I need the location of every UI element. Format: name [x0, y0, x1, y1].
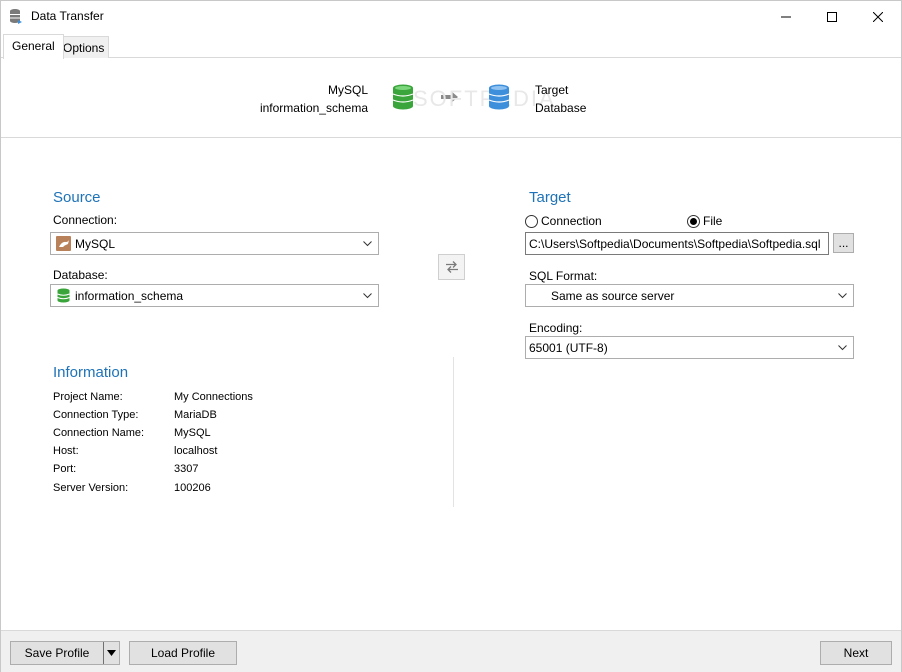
title-bar: Data Transfer — [1, 1, 901, 32]
chevron-down-icon — [363, 293, 372, 299]
next-button[interactable]: Next — [820, 641, 892, 665]
swap-arrows-icon — [445, 261, 458, 273]
source-title: Source — [53, 189, 101, 206]
radio-file[interactable] — [687, 215, 700, 228]
info-value: MariaDB — [174, 409, 217, 421]
tab-strip: General Options — [1, 32, 901, 59]
info-key: Server Version: — [53, 482, 129, 494]
save-profile-split-button[interactable]: Save Profile — [10, 641, 120, 665]
load-profile-button[interactable]: Load Profile — [129, 641, 237, 665]
info-value: My Connections — [174, 391, 253, 403]
database-app-icon — [10, 9, 22, 24]
browse-button[interactable]: ... — [833, 233, 854, 253]
sql-format-label: SQL Format: — [529, 269, 598, 283]
radio-file-label[interactable]: File — [703, 214, 722, 228]
close-icon — [873, 11, 883, 22]
target-database-icon — [488, 84, 510, 110]
close-button[interactable] — [855, 1, 901, 32]
tab-options[interactable]: Options — [57, 36, 109, 58]
source-connection-combo[interactable]: MySQL — [50, 232, 379, 255]
source-database-value: information_schema — [75, 289, 184, 303]
database-icon — [57, 288, 70, 303]
swap-button[interactable] — [438, 254, 465, 280]
maximize-icon — [827, 11, 837, 22]
minimize-icon — [781, 16, 791, 17]
mariadb-icon — [56, 236, 71, 251]
section-divider — [453, 357, 454, 507]
radio-connection[interactable] — [525, 215, 538, 228]
info-value: 3307 — [174, 463, 199, 475]
banner-source: MySQL information_schema — [260, 81, 368, 117]
radio-connection-label[interactable]: Connection — [541, 214, 602, 228]
tab-general[interactable]: General — [3, 34, 64, 59]
banner-source-line1: MySQL — [327, 83, 368, 97]
info-value: localhost — [174, 445, 218, 457]
chevron-down-icon — [838, 345, 847, 351]
banner-target: Target Database — [535, 81, 586, 117]
info-key: Connection Name: — [53, 427, 145, 439]
chevron-down-icon — [838, 293, 847, 299]
dropdown-arrow-icon[interactable] — [107, 650, 116, 656]
save-profile-button[interactable]: Save Profile — [11, 642, 104, 664]
info-key: Port: — [53, 463, 77, 475]
sql-format-value: Same as source server — [551, 289, 675, 303]
banner-source-line2: information_schema — [259, 101, 368, 115]
footer-bar: Save Profile Load Profile Next — [1, 630, 901, 672]
target-title: Target — [529, 189, 571, 206]
encoding-combo[interactable]: 65001 (UTF-8) — [525, 336, 854, 359]
source-connection-value: MySQL — [75, 237, 116, 251]
source-database-combo[interactable]: information_schema — [50, 284, 379, 307]
info-value: MySQL — [174, 427, 211, 439]
minimize-button[interactable] — [763, 1, 809, 32]
encoding-value: 65001 (UTF-8) — [529, 341, 608, 355]
info-key: Host: — [53, 445, 79, 457]
info-key: Project Name: — [53, 391, 123, 403]
transfer-banner: MySQL information_schema SOFTPEDIA Targe… — [1, 58, 901, 138]
banner-target-line2: Database — [535, 101, 587, 115]
data-transfer-window: Data Transfer General Options MySQL info… — [0, 0, 902, 672]
information-title: Information — [53, 364, 129, 381]
file-path-value: C:\Users\Softpedia\Documents\Softpedia\S… — [529, 237, 821, 251]
chevron-down-icon — [363, 241, 372, 247]
source-database-icon — [392, 84, 414, 110]
database-label: Database: — [53, 268, 108, 282]
sql-format-combo[interactable]: Same as source server — [525, 284, 854, 307]
file-path-input[interactable]: C:\Users\Softpedia\Documents\Softpedia\S… — [525, 232, 829, 255]
window-title: Data Transfer — [31, 9, 104, 23]
info-value: 100206 — [174, 482, 211, 494]
banner-target-line1: Target — [535, 83, 569, 97]
maximize-button[interactable] — [809, 1, 855, 32]
info-key: Connection Type: — [53, 409, 139, 421]
encoding-label: Encoding: — [529, 321, 583, 335]
connection-label: Connection: — [53, 213, 118, 227]
